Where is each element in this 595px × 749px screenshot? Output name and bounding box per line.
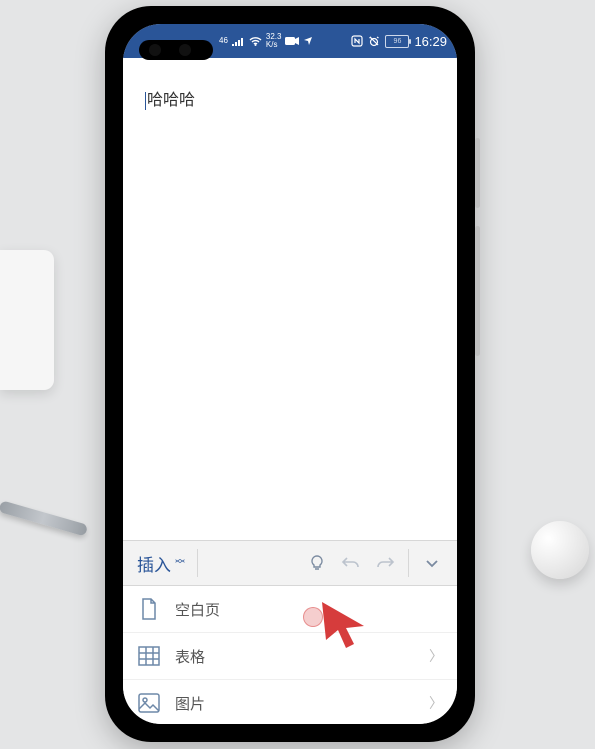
alarm-off-icon (368, 35, 380, 47)
table-icon (137, 644, 161, 668)
phone-side-button (475, 226, 480, 356)
insert-menu: 空白页 表格 〉 图片 〉 (123, 586, 457, 724)
camera-cutout (139, 40, 213, 60)
nfc-icon (351, 35, 363, 47)
wifi-icon (249, 36, 262, 46)
text-cursor (145, 92, 146, 110)
location-icon (303, 36, 313, 46)
picture-icon (137, 691, 161, 715)
redo-button[interactable] (368, 546, 402, 580)
phone-side-button (475, 138, 480, 208)
ribbon-toolbar: 插入 ︿﹀ (123, 540, 457, 586)
menu-item-picture[interactable]: 图片 〉 (123, 680, 457, 724)
toolbar-separator (408, 549, 409, 577)
net-speed-unit: K/s (266, 41, 282, 49)
chevron-down-icon (424, 555, 440, 571)
clock-label: 16:29 (414, 34, 447, 49)
menu-item-blank-page[interactable]: 空白页 (123, 586, 457, 633)
menu-item-label: 空白页 (175, 599, 220, 620)
lightbulb-icon (308, 554, 326, 572)
chevron-right-icon: 〉 (429, 646, 443, 666)
tell-me-button[interactable] (300, 546, 334, 580)
menu-item-label: 图片 (175, 693, 205, 714)
ribbon-tab-selector[interactable]: 插入 ︿﹀ (131, 551, 191, 576)
signal-icon (232, 36, 245, 46)
network-type-label: 46 (219, 37, 228, 45)
ribbon-tab-label: 插入 (137, 551, 171, 576)
chevron-right-icon: 〉 (429, 693, 443, 713)
desk-card-prop (0, 250, 54, 390)
undo-icon (341, 555, 361, 571)
chevron-up-down-icon: ︿﹀ (175, 557, 185, 569)
desk-pen-prop (0, 500, 88, 536)
collapse-ribbon-button[interactable] (415, 546, 449, 580)
battery-percent: 96 (394, 38, 402, 45)
camera-indicator-icon (285, 36, 299, 46)
menu-item-table[interactable]: 表格 〉 (123, 633, 457, 680)
menu-item-label: 表格 (175, 646, 205, 667)
phone-frame: 46 32.3 K/s (105, 6, 475, 742)
undo-button[interactable] (334, 546, 368, 580)
redo-icon (375, 555, 395, 571)
toolbar-separator (197, 549, 198, 577)
document-canvas[interactable]: 哈哈哈 (123, 58, 457, 540)
document-text: 哈哈哈 (147, 92, 195, 109)
file-icon (137, 597, 161, 621)
battery-indicator: 96 (385, 35, 409, 48)
desk-ball-prop (531, 521, 589, 579)
